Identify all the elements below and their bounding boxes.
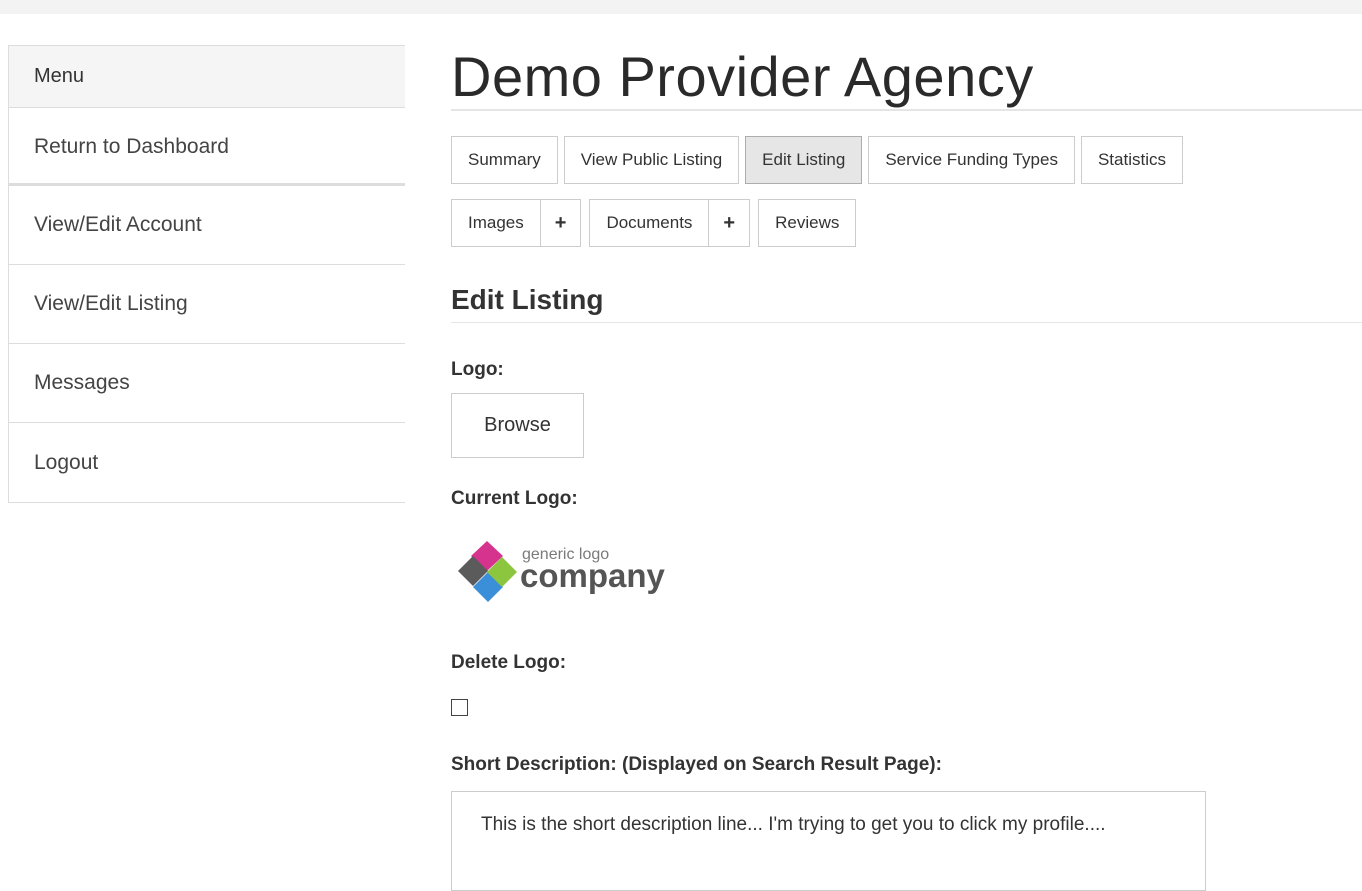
sidebar-item-messages[interactable]: Messages	[9, 344, 405, 423]
add-document-button[interactable]: +	[709, 199, 751, 247]
top-strip	[0, 0, 1362, 14]
add-image-button[interactable]: +	[540, 199, 582, 247]
tab-images[interactable]: Images	[451, 199, 541, 247]
sidebar-menu: Menu Return to Dashboard View/Edit Accou…	[8, 45, 405, 503]
main-content: Demo Provider Agency Summary View Public…	[451, 45, 1362, 891]
tab-summary[interactable]: Summary	[451, 136, 558, 184]
tab-reviews[interactable]: Reviews	[758, 199, 857, 247]
section-title: Edit Listing	[451, 281, 1362, 323]
documents-tab-group: Documents +	[589, 199, 751, 247]
short-description-textarea[interactable]: This is the short description line... I'…	[451, 791, 1206, 891]
company-logo-graphic: generic logo company	[458, 541, 666, 602]
page-title: Demo Provider Agency	[451, 45, 1362, 111]
short-description-label: Short Description: (Displayed on Search …	[451, 754, 942, 775]
plus-icon: +	[554, 211, 567, 234]
sidebar-item-logout[interactable]: Logout	[9, 423, 405, 502]
sidebar-item-return-to-dashboard[interactable]: Return to Dashboard	[9, 108, 405, 186]
tab-statistics[interactable]: Statistics	[1080, 136, 1183, 184]
logo-big-text: company	[520, 557, 666, 594]
browse-button[interactable]: Browse	[451, 393, 584, 458]
plus-icon: +	[723, 211, 736, 234]
tab-service-funding-types[interactable]: Service Funding Types	[868, 136, 1075, 184]
sidebar-item-view-edit-account[interactable]: View/Edit Account	[9, 186, 405, 265]
sidebar-header: Menu	[9, 46, 405, 108]
tab-documents[interactable]: Documents	[589, 199, 710, 247]
current-logo-image: generic logo company	[451, 535, 691, 605]
current-logo-label: Current Logo:	[451, 488, 578, 509]
sidebar-item-view-edit-listing[interactable]: View/Edit Listing	[9, 265, 405, 344]
images-tab-group: Images +	[451, 199, 582, 247]
tab-edit-listing[interactable]: Edit Listing	[745, 136, 863, 184]
tab-view-public-listing[interactable]: View Public Listing	[563, 136, 740, 184]
delete-logo-label: Delete Logo:	[451, 652, 567, 673]
tab-row-primary: Summary View Public Listing Edit Listing…	[451, 136, 1362, 184]
delete-logo-checkbox[interactable]	[451, 699, 468, 716]
logo-label: Logo:	[451, 359, 504, 380]
tab-row-secondary: Images + Documents + Reviews	[451, 199, 1362, 247]
